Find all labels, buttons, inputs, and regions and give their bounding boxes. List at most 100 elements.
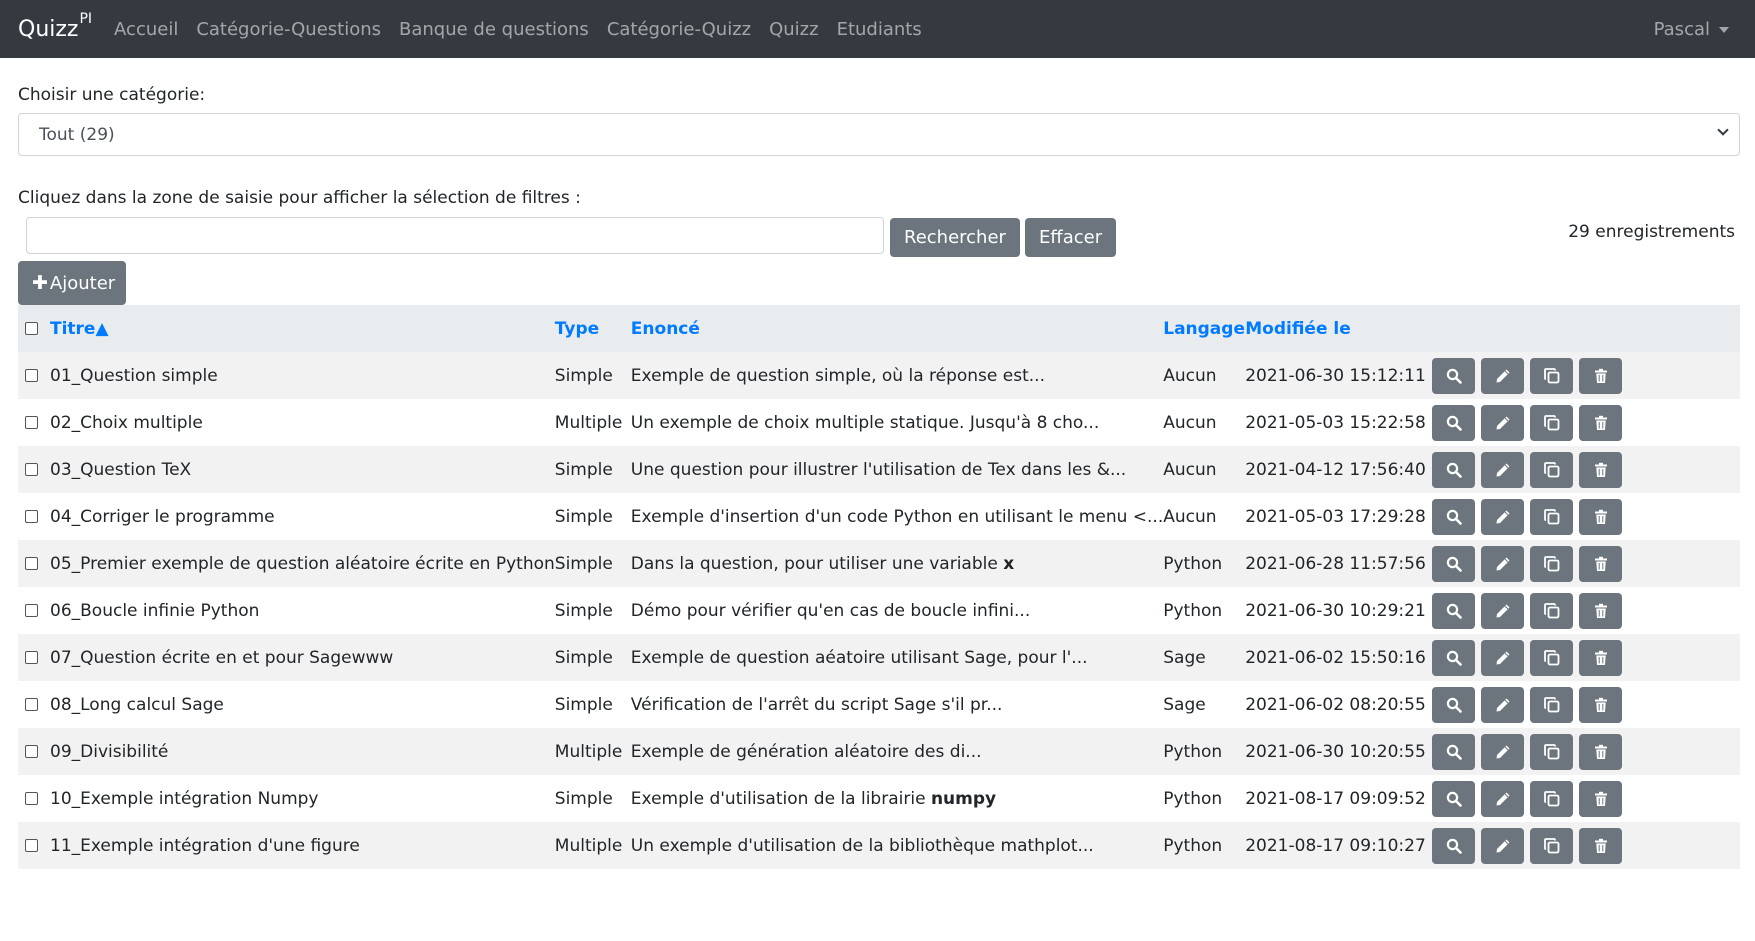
- row-enonce-text: Exemple de génération aléatoire des di..…: [630, 741, 982, 762]
- row-actions: [1432, 827, 1740, 864]
- pencil-icon: [1496, 557, 1510, 570]
- header-lang[interactable]: Langage: [1163, 305, 1245, 352]
- search-icon: [1446, 415, 1462, 431]
- view-button[interactable]: [1432, 404, 1476, 441]
- delete-button[interactable]: [1579, 733, 1623, 770]
- search-icon: [1446, 838, 1462, 854]
- view-button[interactable]: [1432, 592, 1476, 629]
- delete-button[interactable]: [1579, 404, 1623, 441]
- row-actions: [1432, 733, 1740, 770]
- view-button[interactable]: [1432, 451, 1476, 488]
- edit-button[interactable]: [1481, 733, 1525, 770]
- row-checkbox[interactable]: [25, 510, 38, 523]
- select-all-checkbox[interactable]: [25, 322, 38, 335]
- row-lang: Aucun: [1163, 506, 1217, 527]
- delete-button[interactable]: [1579, 639, 1623, 676]
- edit-button[interactable]: [1481, 404, 1525, 441]
- row-checkbox[interactable]: [25, 416, 38, 429]
- row-title: 06_Boucle infinie Python: [50, 600, 260, 621]
- view-button[interactable]: [1432, 733, 1476, 770]
- delete-button[interactable]: [1579, 686, 1623, 723]
- row-lang: Aucun: [1163, 459, 1217, 480]
- row-checkbox[interactable]: [25, 369, 38, 382]
- nav-item-categorie-quizz[interactable]: Catégorie-Quizz: [607, 19, 751, 40]
- row-lang: Python: [1163, 600, 1223, 621]
- delete-button[interactable]: [1579, 592, 1623, 629]
- row-lang: Python: [1163, 741, 1223, 762]
- view-button[interactable]: [1432, 827, 1476, 864]
- row-enonce: Vérification de l'arrêt du script Sage s…: [631, 681, 1163, 728]
- delete-button[interactable]: [1579, 498, 1623, 535]
- edit-button[interactable]: [1481, 592, 1525, 629]
- nav-item-etudiants[interactable]: Etudiants: [837, 19, 922, 40]
- edit-button[interactable]: [1481, 545, 1525, 582]
- row-checkbox[interactable]: [25, 651, 38, 664]
- copy-button[interactable]: [1530, 404, 1574, 441]
- delete-button[interactable]: [1579, 780, 1623, 817]
- row-title: 10_Exemple intégration Numpy: [50, 788, 319, 809]
- trash-icon: [1594, 603, 1607, 618]
- view-button[interactable]: [1432, 545, 1476, 582]
- edit-button[interactable]: [1481, 357, 1525, 394]
- row-actions: [1432, 451, 1740, 488]
- copy-button[interactable]: [1530, 780, 1574, 817]
- add-button[interactable]: ✚ Ajouter: [18, 261, 126, 305]
- row-checkbox[interactable]: [25, 463, 38, 476]
- trash-icon: [1594, 556, 1607, 571]
- category-select[interactable]: Tout (29): [18, 113, 1740, 156]
- copy-button[interactable]: [1530, 827, 1574, 864]
- row-title: 02_Choix multiple: [50, 412, 203, 433]
- view-button[interactable]: [1432, 639, 1476, 676]
- brand-logo[interactable]: Quizz PI: [18, 11, 92, 42]
- edit-button[interactable]: [1481, 451, 1525, 488]
- delete-button[interactable]: [1579, 451, 1623, 488]
- row-checkbox[interactable]: [25, 792, 38, 805]
- header-title[interactable]: Titre▲: [50, 305, 555, 352]
- copy-button[interactable]: [1530, 498, 1574, 535]
- copy-button[interactable]: [1530, 733, 1574, 770]
- row-checkbox[interactable]: [25, 698, 38, 711]
- copy-button[interactable]: [1530, 686, 1574, 723]
- row-checkbox[interactable]: [25, 745, 38, 758]
- row-checkbox[interactable]: [25, 839, 38, 852]
- edit-button[interactable]: [1481, 827, 1525, 864]
- header-modified[interactable]: Modifiée le: [1245, 305, 1432, 352]
- delete-button[interactable]: [1579, 827, 1623, 864]
- trash-icon: [1594, 462, 1607, 477]
- row-enonce-text: Vérification de l'arrêt du script Sage s…: [630, 694, 1003, 715]
- copy-button[interactable]: [1530, 357, 1574, 394]
- copy-icon: [1543, 743, 1560, 759]
- header-enonce[interactable]: Enoncé: [631, 305, 1163, 352]
- view-button[interactable]: [1432, 498, 1476, 535]
- copy-button[interactable]: [1530, 545, 1574, 582]
- edit-button[interactable]: [1481, 780, 1525, 817]
- edit-button[interactable]: [1481, 639, 1525, 676]
- row-checkbox[interactable]: [25, 557, 38, 570]
- delete-button[interactable]: [1579, 545, 1623, 582]
- search-input[interactable]: [26, 217, 884, 254]
- edit-button[interactable]: [1481, 686, 1525, 723]
- nav-item-banque-questions[interactable]: Banque de questions: [399, 19, 589, 40]
- search-button[interactable]: Rechercher: [890, 218, 1020, 257]
- view-button[interactable]: [1432, 780, 1476, 817]
- chevron-down-icon: [1717, 124, 1729, 136]
- delete-button[interactable]: [1579, 357, 1623, 394]
- view-button[interactable]: [1432, 357, 1476, 394]
- view-button[interactable]: [1432, 686, 1476, 723]
- copy-button[interactable]: [1530, 451, 1574, 488]
- table-row: 02_Choix multiple Multiple Un exemple de…: [18, 399, 1740, 446]
- clear-button[interactable]: Effacer: [1024, 218, 1117, 257]
- row-enonce: Exemple de génération aléatoire des di..…: [631, 728, 1163, 775]
- copy-button[interactable]: [1530, 639, 1574, 676]
- nav-item-categorie-questions[interactable]: Catégorie-Questions: [196, 19, 381, 40]
- row-checkbox[interactable]: [25, 604, 38, 617]
- user-menu[interactable]: Pascal: [1654, 19, 1729, 40]
- row-type: Simple: [554, 788, 613, 809]
- nav-item-accueil[interactable]: Accueil: [114, 19, 178, 40]
- edit-button[interactable]: [1481, 498, 1525, 535]
- row-enonce: Exemple de question simple, où la répons…: [631, 352, 1163, 399]
- nav-item-quizz[interactable]: Quizz: [769, 19, 818, 40]
- row-actions: [1432, 592, 1740, 629]
- copy-button[interactable]: [1530, 592, 1574, 629]
- header-type[interactable]: Type: [555, 305, 631, 352]
